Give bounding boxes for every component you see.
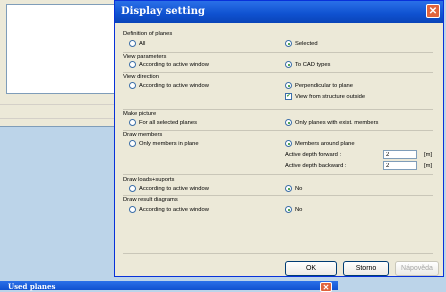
depth-forward-label: Active depth forward : — [285, 152, 342, 158]
radio-icon — [285, 40, 292, 47]
radio-label: Selected — [295, 40, 318, 47]
radio-result-active[interactable]: According to active window — [129, 206, 209, 213]
depth-forward-unit: [m] — [424, 152, 433, 158]
radio-label: According to active window — [139, 82, 209, 89]
radio-icon — [285, 119, 292, 126]
section-divider — [123, 174, 433, 175]
radio-make-picture-all[interactable]: For all selected planes — [129, 119, 197, 126]
radio-all[interactable]: All — [129, 40, 145, 47]
radio-label: No — [295, 206, 303, 213]
radio-icon — [285, 61, 292, 68]
checkbox-view-outside[interactable]: ✔ View from structure outside — [285, 93, 365, 100]
section-divider — [123, 109, 433, 110]
close-icon[interactable]: ✕ — [320, 282, 332, 292]
depth-backward-input[interactable] — [383, 161, 417, 170]
radio-icon — [129, 206, 136, 213]
radio-label: According to active window — [139, 61, 209, 68]
depth-backward-label: Active depth backward : — [285, 163, 347, 169]
section-divider — [123, 195, 433, 196]
radio-result-no[interactable]: No — [285, 206, 302, 213]
radio-icon — [285, 82, 292, 89]
radio-label: Perpendicular to plane — [295, 82, 354, 89]
radio-icon — [129, 82, 136, 89]
radio-label: To CAD types — [295, 61, 331, 68]
background-pane — [6, 4, 126, 94]
radio-label: Members around plane — [295, 140, 355, 147]
radio-view-dir-active[interactable]: According to active window — [129, 82, 209, 89]
section-divider — [123, 52, 433, 53]
dialog-title: Display setting — [121, 6, 205, 17]
divider — [0, 118, 128, 119]
background-window — [0, 0, 129, 127]
radio-icon — [285, 140, 292, 147]
radio-label: All — [139, 40, 146, 47]
radio-icon — [129, 61, 136, 68]
radio-label: According to active window — [139, 185, 209, 192]
checkbox-label: View from structure outside — [295, 93, 366, 100]
radio-make-picture-existing[interactable]: Only planes with exist. members — [285, 119, 378, 126]
radio-icon — [285, 206, 292, 213]
section-heading: Draw result diagrams — [123, 197, 178, 203]
check-icon: ✔ — [285, 93, 292, 100]
radio-icon — [129, 40, 136, 47]
depth-backward-unit: [m] — [424, 163, 433, 169]
display-setting-dialog: Display setting ✕ Definition of planes A… — [114, 0, 444, 277]
section-divider — [123, 253, 433, 254]
radio-icon — [129, 119, 136, 126]
section-heading: View direction — [123, 74, 159, 80]
divider — [0, 104, 128, 105]
radio-members-around[interactable]: Members around plane — [285, 140, 355, 147]
ok-button[interactable]: OK — [285, 261, 337, 276]
radio-members-in-plane[interactable]: Only members in plane — [129, 140, 199, 147]
radio-label: According to active window — [139, 206, 209, 213]
section-heading: Draw members — [123, 132, 163, 138]
radio-label: No — [295, 185, 303, 192]
radio-selected[interactable]: Selected — [285, 40, 318, 47]
radio-icon — [285, 185, 292, 192]
dialog-titlebar[interactable]: Display setting ✕ — [115, 1, 443, 23]
radio-icon — [129, 140, 136, 147]
section-heading: View parameters — [123, 54, 167, 60]
section-heading: Make picture — [123, 111, 157, 117]
radio-icon — [129, 185, 136, 192]
radio-label: Only planes with exist. members — [295, 119, 379, 126]
used-planes-titlebar[interactable]: Used planes ✕ — [0, 281, 338, 292]
depth-forward-input[interactable] — [383, 150, 417, 159]
section-divider — [123, 72, 433, 73]
radio-label: For all selected planes — [139, 119, 198, 126]
storno-button[interactable]: Storno — [343, 261, 389, 276]
radio-label: Only members in plane — [139, 140, 199, 147]
radio-loads-no[interactable]: No — [285, 185, 302, 192]
help-button[interactable]: Nápověda — [395, 261, 439, 276]
radio-view-dir-perpendicular[interactable]: Perpendicular to plane — [285, 82, 353, 89]
section-heading: Draw loads+suports — [123, 177, 175, 183]
section-heading: Definition of planes — [123, 31, 173, 37]
section-divider — [123, 130, 433, 131]
close-icon[interactable]: ✕ — [426, 4, 440, 18]
radio-view-params-active[interactable]: According to active window — [129, 61, 209, 68]
radio-loads-active[interactable]: According to active window — [129, 185, 209, 192]
radio-view-params-cad[interactable]: To CAD types — [285, 61, 330, 68]
used-planes-title: Used planes — [8, 282, 56, 291]
